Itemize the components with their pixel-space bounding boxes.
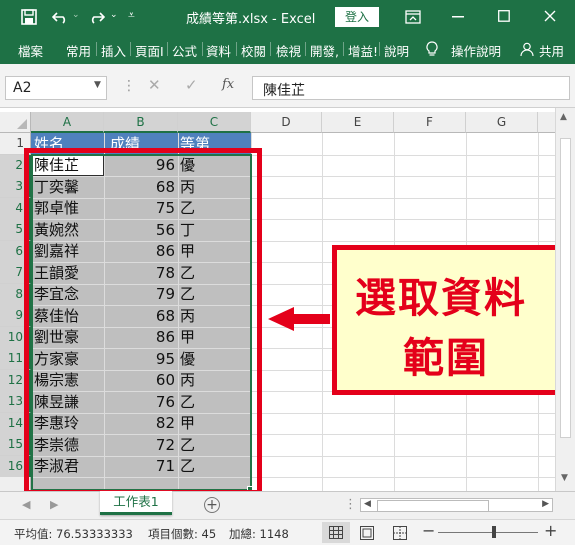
- horizontal-scrollbar[interactable]: ◀ ▶: [360, 498, 553, 512]
- select-all-icon: [17, 119, 27, 129]
- title-separator: -: [272, 12, 277, 27]
- tab-add-ins[interactable]: 增益!: [348, 41, 378, 60]
- tab-developer[interactable]: 開發,: [310, 41, 339, 60]
- select-all-corner[interactable]: [0, 112, 31, 133]
- close-icon[interactable]: [544, 10, 556, 22]
- annotation-arrow-icon: [268, 307, 330, 331]
- formula-bar: A2 ▼ ⋮ ✕ ✓ fx 陳佳芷: [0, 64, 575, 108]
- tab-insert[interactable]: 插入: [101, 41, 126, 60]
- app-name: Excel: [280, 12, 316, 27]
- name-box-dropdown-icon[interactable]: ▼: [94, 80, 101, 90]
- lightbulb-icon: [426, 41, 438, 56]
- ribbon-tabs: 檔案 常用 插入 頁面I 公式 資料 校閱 檢視 開發, 增益! 說明 操作說明…: [0, 34, 575, 64]
- tell-me-search[interactable]: 操作說明: [451, 41, 501, 60]
- tab-view[interactable]: 檢視: [276, 41, 301, 60]
- redo-icon[interactable]: [89, 10, 105, 24]
- minimize-icon[interactable]: [452, 16, 464, 18]
- column-header-g[interactable]: G: [466, 112, 538, 133]
- scroll-right-icon[interactable]: ▶: [542, 499, 549, 509]
- tab-home[interactable]: 常用: [66, 41, 91, 60]
- customize-toolbar-icon[interactable]: ⩡: [128, 8, 135, 23]
- vertical-scrollbar[interactable]: ▲ ▼: [555, 108, 575, 491]
- scroll-thumb[interactable]: [560, 138, 571, 438]
- insert-function-icon[interactable]: fx: [222, 77, 234, 92]
- tab-file[interactable]: 檔案: [18, 41, 43, 60]
- column-header-f[interactable]: F: [394, 112, 466, 133]
- undo-icon[interactable]: [52, 10, 68, 24]
- tab-data[interactable]: 資料: [206, 41, 231, 60]
- scroll-down-icon[interactable]: ▼: [561, 473, 568, 483]
- scroll-left-icon[interactable]: ◀: [364, 499, 371, 509]
- save-icon[interactable]: [21, 9, 37, 25]
- status-bar: 平均值: 76.53333333 項目個數: 45 加總: 1148 − +: [0, 519, 575, 545]
- redo-dropdown-icon[interactable]: ⌄: [110, 10, 118, 20]
- cancel-icon[interactable]: ✕: [148, 76, 161, 94]
- column-header-e[interactable]: E: [322, 112, 394, 133]
- page-layout-view-icon[interactable]: [360, 526, 374, 540]
- tab-splitter-icon[interactable]: ⋮: [344, 497, 357, 512]
- tab-formulas[interactable]: 公式: [172, 41, 197, 60]
- next-sheet-icon[interactable]: ▶: [50, 498, 58, 511]
- callout-line-1: 選取資料: [355, 274, 527, 322]
- zoom-in-icon[interactable]: +: [544, 521, 557, 540]
- zoom-slider-thumb[interactable]: [492, 526, 496, 538]
- scroll-up-icon[interactable]: ▲: [560, 112, 567, 122]
- column-header-b[interactable]: B: [104, 112, 178, 133]
- name-box[interactable]: A2: [5, 76, 107, 100]
- normal-view-button[interactable]: [322, 522, 350, 543]
- prev-sheet-icon[interactable]: ◀: [22, 498, 30, 511]
- sheet-tab-bar: ◀ ▶ 工作表1 + ⋮ ◀ ▶: [0, 491, 575, 519]
- sheet-tab-active[interactable]: 工作表1: [100, 491, 172, 515]
- window-title: 成績等第.xlsx - Excel: [186, 8, 315, 27]
- sign-in-button[interactable]: 登入: [335, 7, 379, 27]
- annotation-callout: 選取資料 範圍: [332, 245, 555, 395]
- status-sum: 加總: 1148: [229, 527, 289, 541]
- person-icon: [520, 42, 534, 56]
- tab-review[interactable]: 校閱: [241, 41, 266, 60]
- horizontal-scroll-thumb[interactable]: [377, 500, 489, 512]
- worksheet-grid[interactable]: A B C D E F G 1 2 3 4 5 6 7 8 9 10 11 12…: [0, 108, 555, 491]
- zoom-out-icon[interactable]: −: [422, 521, 435, 540]
- tab-page-layout[interactable]: 頁面I: [135, 41, 164, 60]
- add-sheet-icon[interactable]: +: [204, 497, 220, 513]
- column-header-h[interactable]: [538, 112, 555, 133]
- column-header-c[interactable]: C: [178, 112, 251, 133]
- maximize-icon[interactable]: [498, 10, 510, 22]
- zoom-slider[interactable]: [438, 532, 538, 533]
- callout-line-2: 範圍: [403, 334, 489, 382]
- grip-icon: ⋮: [122, 78, 136, 94]
- file-name: 成績等第.xlsx: [186, 12, 268, 27]
- page-break-preview-icon[interactable]: [393, 526, 407, 540]
- column-header-d[interactable]: D: [251, 112, 322, 133]
- column-header-a[interactable]: A: [31, 112, 104, 133]
- title-bar: ⌄ ⌄ ⩡ 成績等第.xlsx - Excel 登入: [0, 0, 575, 34]
- tab-help[interactable]: 說明: [384, 41, 409, 60]
- normal-view-icon: [329, 526, 343, 539]
- enter-icon[interactable]: ✓: [185, 76, 198, 94]
- formula-input[interactable]: 陳佳芷: [252, 76, 570, 100]
- annotation-highlight-box: [24, 148, 262, 491]
- status-average: 平均值: 76.53333333: [14, 527, 133, 541]
- share-button[interactable]: 共用: [539, 41, 564, 60]
- undo-dropdown-icon[interactable]: ⌄: [72, 10, 80, 20]
- status-count: 項目個數: 45: [148, 527, 217, 541]
- ribbon-display-options-icon[interactable]: [405, 10, 421, 24]
